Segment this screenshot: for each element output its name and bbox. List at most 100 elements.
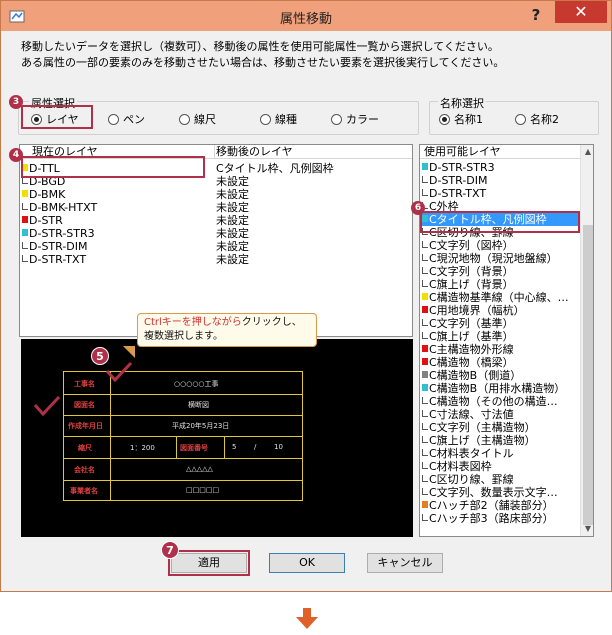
target-layer-cell: 未設定 — [216, 188, 249, 201]
layer-row[interactable]: D-STR 未設定 — [20, 214, 412, 227]
target-layer-cell: 未設定 — [216, 253, 249, 266]
frame-line — [64, 394, 302, 395]
layer-color-swatch — [422, 371, 428, 378]
current-layer-cell: D-STR-STR3 — [22, 227, 95, 240]
radio-line-scale[interactable]: 線尺 — [179, 111, 216, 127]
available-layer-item[interactable]: C材料表タイトル — [422, 447, 580, 460]
available-layer-name: C区切り線、罫線 — [429, 473, 514, 486]
layer-color-swatch — [422, 488, 428, 495]
layer-color-swatch — [422, 384, 428, 391]
available-layer-item[interactable]: C構造物（橋梁） — [422, 356, 580, 369]
step-badge-6: 6 — [411, 201, 425, 215]
label-sheet-number: 図面番号 — [180, 444, 208, 452]
radio-name1[interactable]: 名称1 — [439, 111, 483, 127]
layer-color-swatch — [422, 397, 428, 404]
available-layer-item[interactable]: C主構造物外形線 — [422, 343, 580, 356]
help-button[interactable]: ? — [523, 3, 549, 27]
ok-button[interactable]: OK — [269, 553, 345, 573]
available-layer-name: C構造物（その他の構造… — [429, 395, 558, 408]
available-layer-listbox[interactable]: 使用可能レイヤ D-STR-STR3 D-STR-DIM D-STR-TXT C外枠 C… — [419, 144, 594, 537]
frame-line — [176, 436, 177, 458]
current-layer-name: D-BMK-HTXT — [29, 201, 98, 214]
window-title: 属性移動 — [279, 12, 332, 27]
step-badge-4: 4 — [9, 148, 23, 162]
layer-row[interactable]: D-STR-DIM 未設定 — [20, 240, 412, 253]
available-layer-item[interactable]: C文字列（基準） — [422, 317, 580, 330]
radio-line-type[interactable]: 線種 — [260, 111, 297, 127]
ctrl-click-callout: Ctrlキーを押しながらクリックし、 複数選択します。 — [137, 313, 317, 347]
label-operator: 事業者名 — [70, 487, 98, 495]
current-layer-name: D-STR-TXT — [29, 253, 87, 266]
available-layer-item[interactable]: C構造物B（用排水構造物） — [422, 382, 580, 395]
radio-pen[interactable]: ペン — [108, 111, 145, 127]
radio-label: ペン — [123, 113, 145, 126]
available-layer-item[interactable]: C構造物（その他の構造… — [422, 395, 580, 408]
available-layer-item[interactable]: C構造物B（側道） — [422, 369, 580, 382]
scroll-up-icon[interactable]: ▲ — [581, 145, 593, 159]
layer-color-swatch — [422, 436, 428, 443]
target-layer-cell: 未設定 — [216, 214, 249, 227]
layer-row[interactable]: D-BMK 未設定 — [20, 188, 412, 201]
label-drawing-name: 図面名 — [74, 401, 95, 409]
available-layer-item[interactable]: Cハッチ部3（路床部分） — [422, 512, 580, 525]
radio-indicator — [515, 113, 526, 125]
available-layer-item[interactable]: D-STR-TXT — [422, 187, 580, 200]
radio-color[interactable]: カラー — [331, 111, 379, 127]
available-layer-name: C旗上げ（基準） — [429, 330, 514, 343]
close-button[interactable]: ✕ — [555, 1, 607, 23]
available-layer-name: C構造物B（用排水構造物） — [429, 382, 566, 395]
available-layer-item[interactable]: C文字列、数量表示文字… — [422, 486, 580, 499]
radio-indicator — [108, 113, 119, 125]
current-layer-cell: D-STR — [22, 214, 63, 227]
column-divider[interactable] — [214, 145, 215, 159]
available-layer-name: D-STR-STR3 — [429, 161, 495, 174]
available-layer-name: C材料表タイトル — [429, 447, 514, 460]
layer-color-swatch — [22, 242, 28, 249]
available-layer-item[interactable]: D-STR-DIM — [422, 174, 580, 187]
layer-color-swatch — [22, 216, 28, 223]
scroll-down-icon[interactable]: ▼ — [581, 522, 593, 536]
radio-name2[interactable]: 名称2 — [515, 111, 559, 127]
layer-row[interactable]: D-STR-TXT 未設定 — [20, 253, 412, 266]
label-scale: 縮尺 — [78, 444, 92, 452]
layer-color-swatch — [422, 254, 428, 261]
layer-row[interactable]: D-BMK-HTXT 未設定 — [20, 201, 412, 214]
available-layer-item[interactable]: Cハッチ部2（舗装部分） — [422, 499, 580, 512]
available-layer-item[interactable]: C寸法線、寸法値 — [422, 408, 580, 421]
column-header-target-layer[interactable]: 移動後のレイヤ — [216, 145, 293, 159]
radio-label: カラー — [346, 113, 379, 126]
step-badge-5: 5 — [91, 347, 109, 365]
available-layer-item[interactable]: C旗上げ（主構造物） — [422, 434, 580, 447]
scroll-thumb[interactable] — [583, 225, 593, 525]
available-layer-item[interactable]: C構造物基準線（中心線、… — [422, 291, 580, 304]
title-bar[interactable]: 属性移動 ? ✕ — [1, 1, 611, 31]
available-layer-item[interactable]: C旗上げ（背景） — [422, 278, 580, 291]
scrollbar[interactable]: ▲ ▼ — [580, 145, 593, 536]
layer-radio-highlight — [21, 105, 93, 129]
available-layer-item[interactable]: C文字列（主構造物） — [422, 421, 580, 434]
value-sheet-total: 10 — [274, 443, 283, 451]
layer-row[interactable]: D-STR-STR3 未設定 — [20, 227, 412, 240]
cancel-button[interactable]: キャンセル — [367, 553, 443, 573]
target-layer-cell: 未設定 — [216, 240, 249, 253]
value-scale: 1：200 — [130, 444, 155, 452]
value-project-name: ○○○○○工事 — [174, 380, 219, 388]
callout-text-2: 複数選択します。 — [144, 331, 223, 342]
radio-label: 名称2 — [530, 113, 559, 126]
layer-color-swatch — [22, 177, 28, 184]
available-layer-item[interactable]: D-STR-STR3 — [422, 161, 580, 174]
available-layer-item[interactable]: C文字列（背景） — [422, 265, 580, 278]
available-layer-name: D-STR-TXT — [429, 187, 487, 200]
available-layer-item[interactable]: C材料表図枠 — [422, 460, 580, 473]
available-layer-item[interactable]: C現況地物（現況地盤線） — [422, 252, 580, 265]
title-block-frame: 工事名 図面名 作成年月日 縮尺 会社名 事業者名 ○○○○○工事 横断図 平成… — [63, 371, 303, 501]
layer-color-swatch — [422, 267, 428, 274]
available-layer-item[interactable]: C区切り線、罫線 — [422, 473, 580, 486]
current-layer-name: D-STR-DIM — [29, 240, 88, 253]
available-layer-item[interactable]: C文字列（図枠） — [422, 239, 580, 252]
layer-color-swatch — [422, 280, 428, 287]
available-layer-item[interactable]: C用地境界（幅杭） — [422, 304, 580, 317]
available-layer-name: C現況地物（現況地盤線） — [429, 252, 558, 265]
selected-layer-highlight — [21, 156, 205, 178]
available-layer-item[interactable]: C旗上げ（基準） — [422, 330, 580, 343]
